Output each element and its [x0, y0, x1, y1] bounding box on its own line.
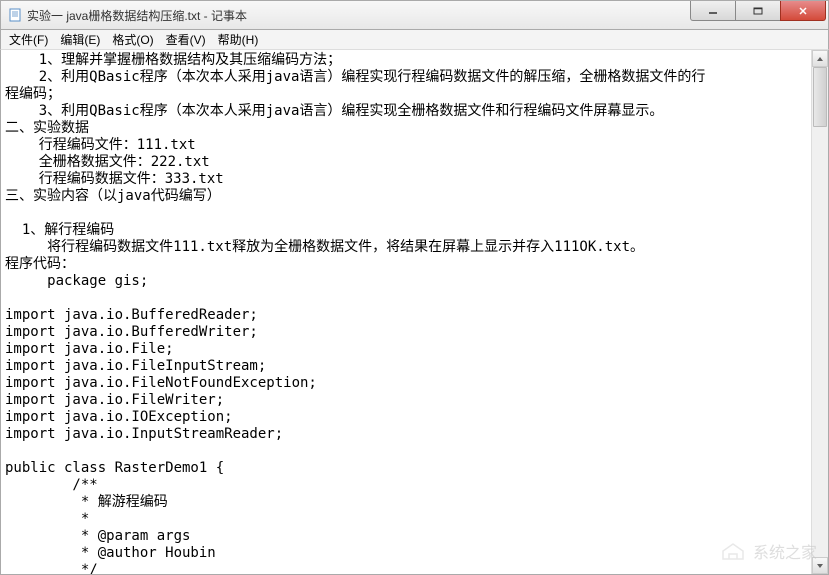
scroll-up-button[interactable]	[812, 50, 828, 67]
menu-edit[interactable]: 编辑(E)	[54, 29, 106, 50]
scroll-thumb[interactable]	[813, 67, 827, 127]
vertical-scrollbar[interactable]	[811, 50, 828, 574]
menu-help[interactable]: 帮助(H)	[212, 29, 265, 50]
minimize-button[interactable]	[690, 1, 736, 21]
scroll-down-button[interactable]	[812, 557, 828, 574]
window-title: 实验一 java栅格数据结构压缩.txt - 记事本	[27, 7, 691, 24]
maximize-button[interactable]	[735, 1, 781, 21]
menubar: 文件(F) 编辑(E) 格式(O) 查看(V) 帮助(H)	[0, 30, 829, 50]
close-button[interactable]	[780, 1, 826, 21]
menu-view[interactable]: 查看(V)	[160, 29, 212, 50]
menu-format[interactable]: 格式(O)	[106, 29, 159, 50]
titlebar: 实验一 java栅格数据结构压缩.txt - 记事本	[0, 0, 829, 30]
text-editor[interactable]: 1、理解并掌握栅格数据结构及其压缩编码方法； 2、利用QBasic程序（本次本人…	[1, 50, 811, 574]
menu-file[interactable]: 文件(F)	[3, 29, 54, 50]
window-controls	[691, 1, 828, 29]
scroll-track[interactable]	[812, 67, 828, 557]
notepad-icon	[7, 7, 23, 23]
content-area: 1、理解并掌握栅格数据结构及其压缩编码方法； 2、利用QBasic程序（本次本人…	[0, 50, 829, 575]
